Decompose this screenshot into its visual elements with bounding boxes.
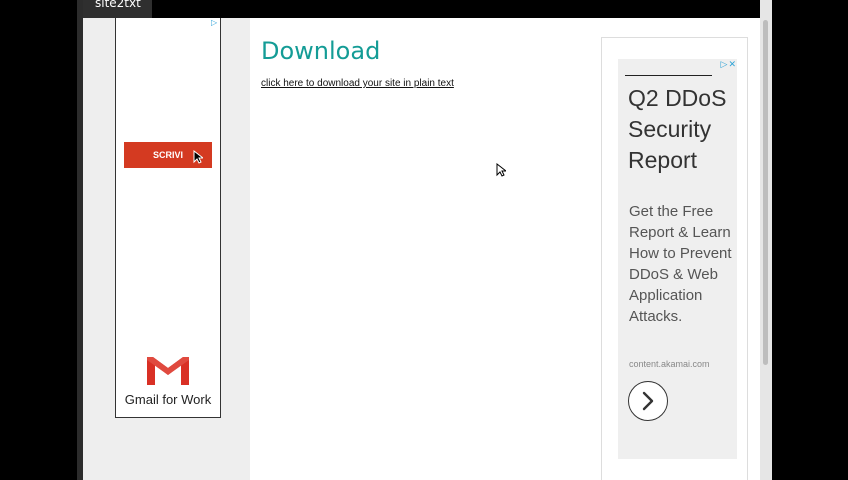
screen-border-right: [772, 0, 848, 480]
screen-border-left: [0, 0, 77, 480]
top-navbar: site2txt: [83, 0, 760, 18]
main-content: Download click here to download your sit…: [250, 18, 760, 480]
akamai-ad-banner[interactable]: ▷✕ Q2 DDoS Security Report Get the Free …: [618, 59, 737, 459]
scrollbar-thumb[interactable]: [763, 20, 768, 365]
gmail-ad-banner[interactable]: ▷ SCRIVI Gmail for Work: [115, 18, 221, 418]
left-sidebar: ▷ SCRIVI Gmail for Work: [83, 18, 250, 480]
ad-arrow-button[interactable]: [628, 381, 668, 421]
ad-divider: [625, 75, 712, 76]
mouse-pointer-icon: [496, 163, 506, 177]
ad-body-text: Get the Free Report & Learn How to Preve…: [629, 203, 732, 325]
browser-viewport: site2txt ▷ SCRIVI Gmail for Work Downloa…: [83, 0, 760, 480]
page-title: Download: [261, 37, 381, 65]
ad-domain: content.akamai.com: [629, 359, 710, 369]
adchoices-triangle-icon[interactable]: ▷: [211, 19, 219, 27]
gmail-for-work-label: Gmail for Work: [124, 392, 212, 407]
mouse-pointer-icon: [193, 150, 203, 164]
gmail-logo-icon: [145, 353, 191, 387]
site-brand-label: site2txt: [95, 0, 141, 10]
chevron-right-icon: [642, 391, 654, 411]
ad-heading: Q2 DDoS Security Report: [628, 85, 727, 173]
site-brand-link[interactable]: site2txt: [83, 0, 152, 18]
right-ad-container: ▷✕ Q2 DDoS Security Report Get the Free …: [601, 37, 748, 480]
download-plain-text-link[interactable]: click here to download your site in plai…: [261, 78, 454, 89]
adchoices-close-icon[interactable]: ▷✕: [721, 59, 737, 69]
